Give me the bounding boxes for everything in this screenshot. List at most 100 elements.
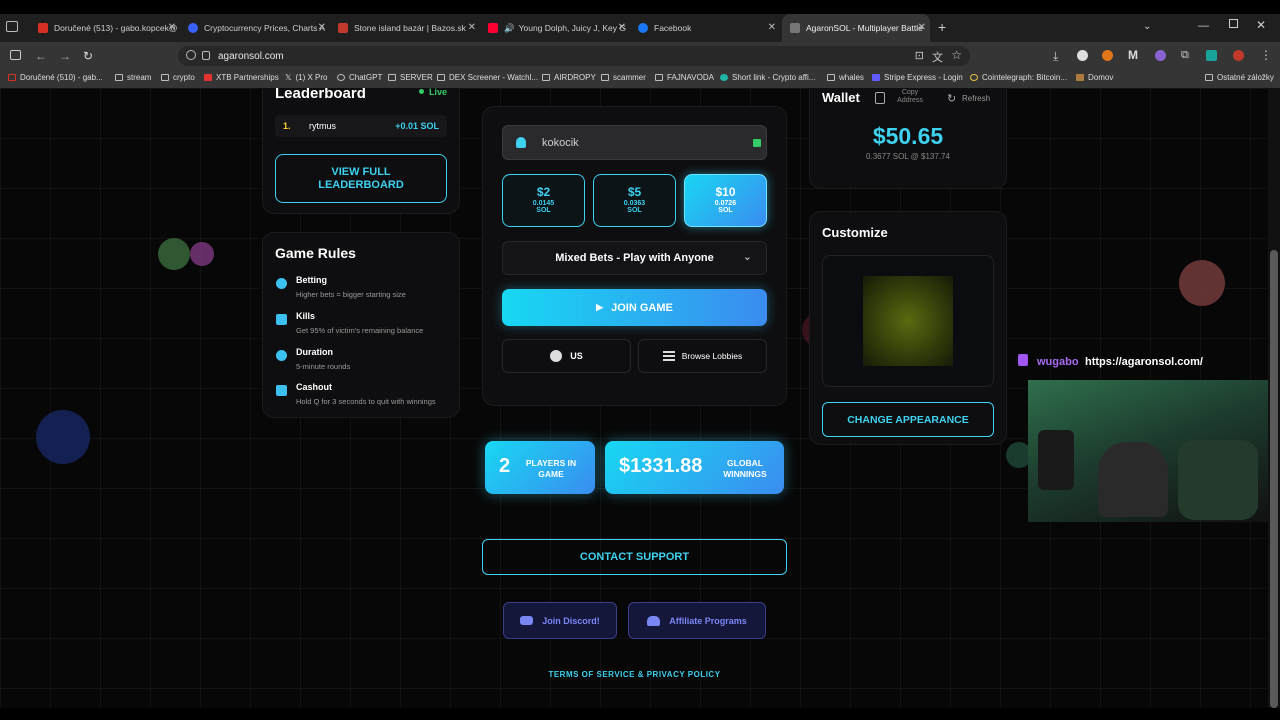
close-tab-icon[interactable]: ✕: [318, 22, 326, 33]
game-page: Leaderboard Live 1. rytmus +0.01 SOL VIE…: [0, 88, 1268, 708]
bookmark-item[interactable]: 𝕏 (1) X Pro: [285, 73, 327, 82]
scrollbar-thumb[interactable]: [1270, 250, 1278, 708]
folder-icon: [115, 74, 123, 81]
view-full-leaderboard-button[interactable]: VIEW FULL LEADERBOARD: [275, 154, 447, 203]
bet-option-5[interactable]: $5 0.0363 SOL: [593, 174, 676, 227]
extensions-puzzle-icon[interactable]: ⧉: [1181, 49, 1189, 62]
close-tab-icon[interactable]: ✕: [918, 22, 926, 33]
tab-agaronsol[interactable]: AgaronSOL - Multiplayer Battle ✕: [782, 14, 930, 42]
browse-lobbies-label: Browse Lobbies: [681, 351, 743, 361]
browse-lobbies-button[interactable]: Browse Lobbies: [638, 339, 767, 373]
bookmark-item[interactable]: stream: [115, 73, 151, 82]
bookmark-item[interactable]: XTB Partnerships: [204, 73, 279, 82]
close-window-icon[interactable]: ✕: [1256, 18, 1266, 32]
profile-avatar-icon[interactable]: [1233, 50, 1244, 61]
new-tab-button[interactable]: +: [938, 19, 946, 35]
folder-icon: [161, 74, 169, 81]
rule-kills: Kills Get 95% of victim's remaining balan…: [296, 311, 423, 335]
affiliate-programs-button[interactable]: Affiliate Programs: [628, 602, 766, 639]
rule-title: Duration: [296, 347, 333, 357]
bookmark-item[interactable]: Short link - Crypto affi...: [720, 73, 815, 82]
gamepad-icon: [790, 23, 800, 33]
minimize-icon[interactable]: —: [1198, 20, 1209, 32]
bookmark-label: scammer: [613, 73, 646, 82]
bet-option-2[interactable]: $2 0.0145 SOL: [502, 174, 585, 227]
speaker-icon: 🔊: [504, 22, 515, 33]
bookmark-item[interactable]: Domov: [1076, 73, 1113, 82]
back-icon[interactable]: ←: [35, 49, 47, 63]
change-appearance-button[interactable]: CHANGE APPEARANCE: [822, 402, 994, 437]
tab-crypto[interactable]: Cryptocurrency Prices, Charts A ✕: [180, 14, 330, 42]
rule-desc: Get 95% of victim's remaining balance: [296, 326, 424, 335]
extension-icon-2[interactable]: [1206, 50, 1217, 61]
bookmark-label: Doručené (510) - gab...: [20, 73, 103, 82]
join-game-label: JOIN GAME: [611, 301, 673, 314]
phantom-icon[interactable]: [1155, 50, 1166, 61]
join-discord-button[interactable]: Join Discord!: [503, 602, 617, 639]
bet-option-10-selected[interactable]: $10 0.0726 SOL: [684, 174, 767, 227]
close-tab-icon[interactable]: ✕: [168, 22, 176, 33]
bookmark-item[interactable]: whales: [827, 73, 864, 82]
bookmark-item[interactable]: ChatGPT: [337, 73, 382, 82]
bookmark-item[interactable]: Stripe Express - Login: [872, 73, 963, 82]
refresh-icon[interactable]: ↻: [947, 92, 956, 105]
copy-icon[interactable]: [875, 92, 885, 104]
forward-icon[interactable]: →: [59, 49, 71, 63]
x-icon: 𝕏: [285, 73, 292, 82]
refresh-button[interactable]: Refresh: [962, 94, 990, 103]
bookmark-star-icon[interactable]: ☆: [951, 48, 962, 62]
bookmark-item[interactable]: Cointelegraph: Bitcoin...: [970, 73, 1067, 82]
leaderboard-name: rytmus: [309, 121, 336, 131]
bet-unit: SOL: [718, 207, 733, 214]
tab-actions-icon[interactable]: [6, 21, 18, 32]
decor-blob: [36, 410, 90, 464]
restore-icon[interactable]: [1229, 19, 1238, 28]
region-button[interactable]: US: [502, 339, 631, 373]
bookmark-item[interactable]: DEX Screener - Watchl...: [437, 73, 538, 82]
reload-icon[interactable]: ↻: [83, 49, 93, 63]
sidebar-toggle-icon[interactable]: [10, 50, 21, 60]
address-bar[interactable]: agaronsol.com ⊡ 文 ☆: [178, 46, 970, 66]
add-user-icon: [647, 615, 661, 626]
close-tab-icon[interactable]: ✕: [618, 22, 626, 33]
stream-link: https://agaronsol.com/: [1085, 356, 1203, 368]
bet-sol: 0.0145: [532, 200, 555, 207]
copy-address-button[interactable]: Copy Address: [893, 89, 927, 105]
tab-youtube[interactable]: 🔊 Young Dolph, Juicy J, Key G ✕: [480, 14, 630, 42]
mode-select[interactable]: Mixed Bets - Play with Anyone ⌄: [502, 241, 767, 275]
bet-unit: SOL: [627, 207, 642, 214]
bookmark-item[interactable]: scammer: [601, 73, 646, 82]
close-tab-icon[interactable]: ✕: [468, 22, 476, 33]
install-app-icon[interactable]: ⊡: [915, 49, 924, 62]
terms-link[interactable]: TERMS OF SERVICE & PRIVACY POLICY: [482, 670, 787, 679]
metamask-icon[interactable]: [1102, 50, 1113, 61]
bookmark-item[interactable]: Doručené (510) - gab...: [8, 73, 103, 82]
bookmark-label: FAJNAVODA: [667, 73, 714, 82]
site-info-icon[interactable]: [186, 50, 196, 60]
skin-preview: [822, 255, 994, 387]
join-game-button[interactable]: ▶ JOIN GAME: [502, 289, 767, 326]
bookmark-item[interactable]: AIRDROPY: [542, 73, 596, 82]
lock-icon: [753, 139, 761, 147]
username-input[interactable]: kokocik: [502, 125, 767, 160]
close-tab-icon[interactable]: ✕: [768, 22, 776, 33]
tab-title: Young Dolph, Juicy J, Key G: [518, 23, 627, 33]
rule-desc: 5-minute rounds: [296, 362, 351, 371]
scrollbar[interactable]: [1268, 88, 1280, 708]
twitch-user-icon: [1018, 354, 1028, 366]
tab-gmail[interactable]: Doručené (513) - gabo.kopcek@ ✕: [30, 14, 180, 42]
tab-facebook[interactable]: Facebook ✕: [630, 14, 780, 42]
download-icon[interactable]: ⤓: [1053, 49, 1058, 64]
tab-search-icon[interactable]: ⌄: [1143, 21, 1151, 32]
bookmark-item[interactable]: crypto: [161, 73, 195, 82]
extension-icon-1[interactable]: [1077, 50, 1088, 61]
extension-m-icon[interactable]: M: [1128, 48, 1138, 62]
url-text[interactable]: agaronsol.com: [218, 51, 284, 62]
contact-support-button[interactable]: CONTACT SUPPORT: [482, 539, 787, 575]
bookmark-item[interactable]: SERVER: [388, 73, 433, 82]
translate-icon[interactable]: 文: [932, 49, 943, 65]
bookmark-item[interactable]: FAJNAVODA: [655, 73, 714, 82]
tab-bazos[interactable]: Stone island bazár | Bazos.sk ✕: [330, 14, 480, 42]
browser-menu-icon[interactable]: ⋮: [1260, 48, 1272, 62]
other-bookmarks[interactable]: Ostatné záložky: [1205, 73, 1274, 82]
